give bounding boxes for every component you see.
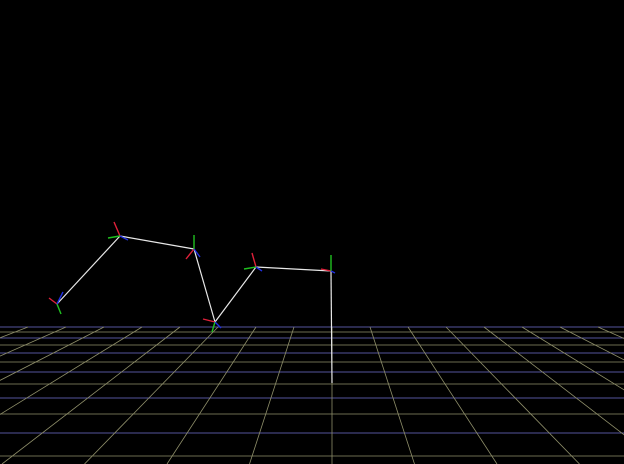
- grid-line-depth: [369, 326, 415, 464]
- grid-line-depth: [0, 326, 29, 339]
- x-axis-marker: [202, 318, 216, 323]
- grid-line-depth: [249, 326, 295, 464]
- x-axis-marker: [113, 221, 121, 237]
- grid-line-depth: [166, 326, 257, 464]
- bone-segment-3: [193, 248, 216, 323]
- bone-segment-1: [56, 235, 121, 305]
- bone-segment-4: [214, 266, 257, 323]
- grid-line-depth: [597, 326, 624, 339]
- joint-3: [185, 235, 201, 260]
- joint-axes: [48, 221, 336, 333]
- bone-segment-5: [255, 266, 332, 272]
- joint-5: [243, 252, 263, 272]
- joint-1: [48, 291, 64, 315]
- scene-canvas[interactable]: [0, 0, 624, 464]
- grid-line-depth: [0, 326, 143, 415]
- grid-line-depth: [0, 326, 105, 381]
- grid-line-depth: [84, 326, 219, 464]
- x-axis-marker: [251, 252, 257, 268]
- grid-line-depth: [0, 326, 67, 357]
- kinematic-chain: [56, 235, 333, 384]
- bone-segment-2: [119, 235, 195, 250]
- y-axis-marker: [56, 303, 62, 315]
- ground-grid: [0, 326, 624, 464]
- bone-segment-6: [330, 270, 333, 384]
- grid-line-depth: [559, 326, 624, 361]
- grid-line-depth: [445, 326, 580, 464]
- x-axis-marker: [48, 297, 58, 305]
- x-axis-marker: [185, 248, 195, 260]
- 3d-viewport[interactable]: [0, 0, 624, 464]
- grid-line-depth: [407, 326, 498, 464]
- joint-4: [202, 318, 222, 333]
- grid-line-depth: [1, 326, 181, 464]
- grid-line-depth: [483, 326, 624, 436]
